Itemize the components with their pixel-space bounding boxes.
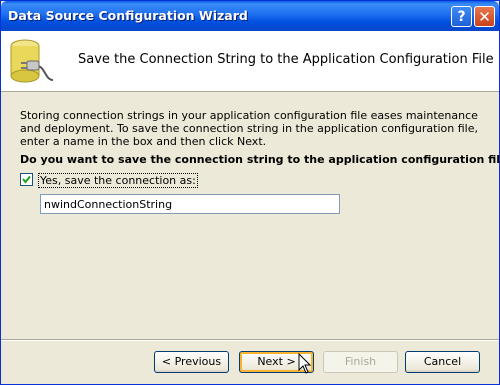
finish-button[interactable]: Finish: [323, 351, 398, 373]
window-title: Data Source Configuration Wizard: [8, 8, 248, 23]
connection-name-input[interactable]: [40, 194, 340, 214]
button-divider: [1, 339, 499, 341]
wizard-header: Save the Connection String to the Applic…: [1, 31, 499, 92]
check-icon: [22, 175, 31, 184]
cancel-button[interactable]: Cancel: [405, 351, 480, 373]
save-question: Do you want to save the connection strin…: [20, 153, 500, 166]
close-button[interactable]: ✕: [474, 6, 495, 27]
database-plug-icon: [10, 39, 54, 83]
wizard-window: Data Source Configuration Wizard ? ✕ Sav…: [0, 0, 500, 385]
help-button[interactable]: ?: [451, 6, 472, 27]
save-connection-checkbox[interactable]: [20, 173, 33, 186]
description-text: Storing connection strings in your appli…: [20, 109, 478, 148]
save-connection-label[interactable]: Yes, save the connection as:: [38, 173, 198, 188]
header-title: Save the Connection String to the Applic…: [78, 52, 494, 67]
title-bar[interactable]: Data Source Configuration Wizard ? ✕: [1, 1, 499, 31]
previous-button[interactable]: < Previous: [154, 351, 229, 373]
mouse-cursor-icon: [298, 353, 312, 374]
